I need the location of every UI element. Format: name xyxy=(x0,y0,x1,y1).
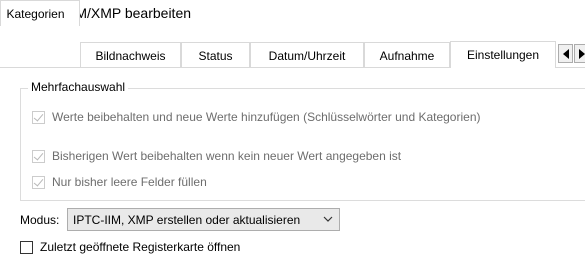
tab-datum-uhrzeit[interactable]: Datum/Uhrzeit xyxy=(250,42,364,68)
option-remember-tab[interactable]: Zuletzt geöffnete Registerkarte öffnen xyxy=(20,239,240,255)
checkbox[interactable] xyxy=(32,149,45,163)
modus-label: Modus: xyxy=(20,213,60,227)
tab-label: Aufnahme xyxy=(379,48,435,63)
tab-kategorien[interactable]: Kategorien xyxy=(0,0,80,26)
tab-label: Einstellungen xyxy=(466,48,540,62)
triangle-right-icon xyxy=(578,48,585,59)
tab-label: Bildnachweis xyxy=(95,48,166,63)
group-title: Mehrfachauswahl xyxy=(28,80,129,94)
triangle-left-icon xyxy=(562,48,569,59)
checkbox[interactable] xyxy=(32,110,45,124)
checkbox[interactable] xyxy=(32,175,45,189)
option-label: Nur bisher leere Felder füllen xyxy=(52,175,207,189)
modus-selected-value: IPTC-IIM, XMP erstellen oder aktualisier… xyxy=(73,212,301,227)
tab-scroll-right-button[interactable] xyxy=(574,44,585,63)
title-bar: IPTC-IIM/XMP bearbeiten xyxy=(0,0,585,32)
tab-bildnachweis[interactable]: Bildnachweis xyxy=(80,42,181,68)
option-keep-and-add[interactable]: Werte beibehalten und neue Werte hinzufü… xyxy=(32,109,481,125)
checkbox[interactable] xyxy=(20,240,33,254)
option-label: Werte beibehalten und neue Werte hinzufü… xyxy=(52,110,481,124)
option-keep-if-empty[interactable]: Bisherigen Wert beibehalten wenn kein ne… xyxy=(32,148,401,164)
option-fill-empty-only[interactable]: Nur bisher leere Felder füllen xyxy=(32,174,207,190)
tab-aufnahme[interactable]: Aufnahme xyxy=(364,42,450,68)
tab-einstellungen[interactable]: Einstellungen xyxy=(450,41,556,68)
chevron-down-icon xyxy=(323,216,333,222)
option-label: Zuletzt geöffnete Registerkarte öffnen xyxy=(40,240,241,254)
tab-scroll-left-button[interactable] xyxy=(558,44,573,63)
tab-label: Kategorien xyxy=(6,6,65,21)
tab-label: Datum/Uhrzeit xyxy=(268,48,346,63)
tab-status[interactable]: Status xyxy=(181,42,250,68)
tab-label: Status xyxy=(198,48,233,63)
option-label: Bisherigen Wert beibehalten wenn kein ne… xyxy=(52,149,402,163)
modus-select[interactable]: IPTC-IIM, XMP erstellen oder aktualisier… xyxy=(67,208,340,231)
